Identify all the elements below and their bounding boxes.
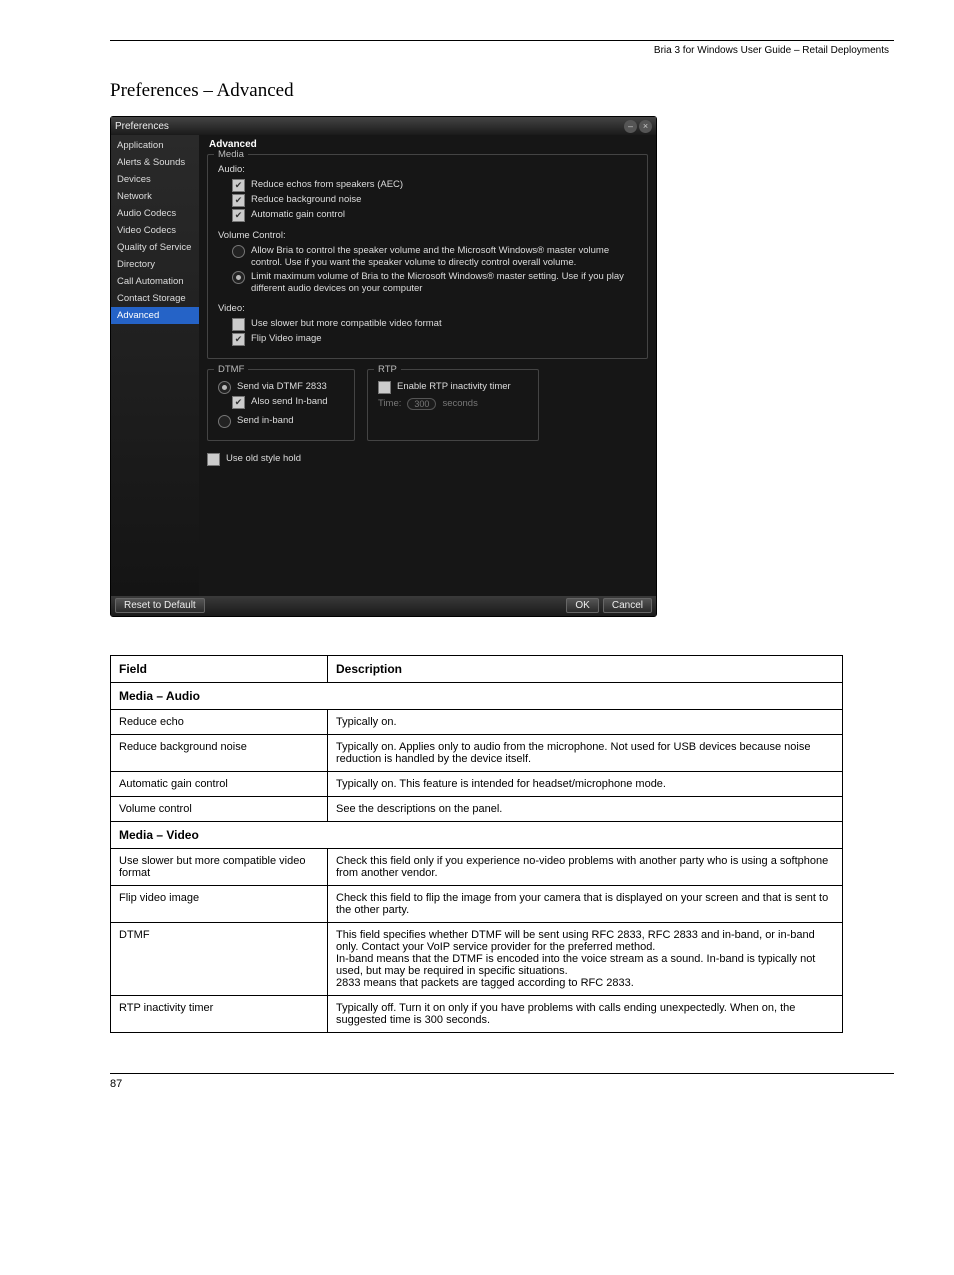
inband-label: Send in-band xyxy=(237,415,294,427)
header-text: Bria 3 for Windows User Guide – Retail D… xyxy=(0,45,894,56)
table-row: Media – Audio xyxy=(111,682,843,709)
volume-radio-0[interactable] xyxy=(232,245,245,258)
sidebar-item-call-automation[interactable]: Call Automation xyxy=(111,273,199,290)
audio-label-0: Reduce echos from speakers (AEC) xyxy=(251,179,403,191)
header-rule xyxy=(110,40,894,41)
also-inband-label: Also send In-band xyxy=(251,396,328,408)
table-row: Use slower but more compatible video for… xyxy=(111,848,843,885)
audio-subheading: Audio: xyxy=(218,164,637,175)
sidebar-item-video-codecs[interactable]: Video Codecs xyxy=(111,222,199,239)
table-field: Automatic gain control xyxy=(111,771,328,796)
rtp-fieldset: RTP Enable RTP inactivity timer Time: 30… xyxy=(367,369,539,441)
sidebar-item-directory[interactable]: Directory xyxy=(111,256,199,273)
sidebar-item-audio-codecs[interactable]: Audio Codecs xyxy=(111,205,199,222)
preferences-window: Preferences – × ApplicationAlerts & Soun… xyxy=(110,116,657,617)
table-row: Reduce echoTypically on. xyxy=(111,709,843,734)
minimize-icon[interactable]: – xyxy=(624,120,637,133)
sidebar-item-application[interactable]: Application xyxy=(111,137,199,154)
audio-checkbox-1[interactable] xyxy=(232,194,245,207)
table-row: Media – Video xyxy=(111,821,843,848)
table-section: Media – Audio xyxy=(111,682,843,709)
inband-radio[interactable] xyxy=(218,415,231,428)
footer-rule xyxy=(110,1073,894,1074)
also-inband-checkbox[interactable] xyxy=(232,396,245,409)
table-desc: Typically on. Applies only to audio from… xyxy=(328,734,843,771)
table-desc: Check this field only if you experience … xyxy=(328,848,843,885)
video-checkbox-0[interactable] xyxy=(232,318,245,331)
media-legend: Media xyxy=(214,149,248,160)
sidebar: ApplicationAlerts & SoundsDevicesNetwork… xyxy=(111,135,199,596)
rtp-timer-label: Enable RTP inactivity timer xyxy=(397,381,511,393)
table-desc: Typically on. xyxy=(328,709,843,734)
table-desc: Check this field to flip the image from … xyxy=(328,885,843,922)
col-field: Field xyxy=(111,655,328,682)
table-field: Flip video image xyxy=(111,885,328,922)
close-icon[interactable]: × xyxy=(639,120,652,133)
table-row: DTMFThis field specifies whether DTMF wi… xyxy=(111,922,843,995)
time-label: Time: xyxy=(378,398,401,410)
media-fieldset: Media Audio: Reduce echos from speakers … xyxy=(207,154,648,359)
cancel-button[interactable]: Cancel xyxy=(603,598,652,613)
table-row: Reduce background noiseTypically on. App… xyxy=(111,734,843,771)
old-style-hold-label: Use old style hold xyxy=(226,453,301,465)
content-panel: Advanced Media Audio: Reduce echos from … xyxy=(199,135,656,596)
sidebar-item-alerts-sounds[interactable]: Alerts & Sounds xyxy=(111,154,199,171)
table-field: Reduce echo xyxy=(111,709,328,734)
video-checkbox-1[interactable] xyxy=(232,333,245,346)
dtmf-2833-label: Send via DTMF 2833 xyxy=(237,381,327,393)
col-description: Description xyxy=(328,655,843,682)
audio-label-1: Reduce background noise xyxy=(251,194,361,206)
table-row: Automatic gain controlTypically on. This… xyxy=(111,771,843,796)
table-row: Volume controlSee the descriptions on th… xyxy=(111,796,843,821)
reset-button[interactable]: Reset to Default xyxy=(115,598,205,613)
table-field: Use slower but more compatible video for… xyxy=(111,848,328,885)
table-field: Volume control xyxy=(111,796,328,821)
volume-radio-1[interactable] xyxy=(232,271,245,284)
video-label-1: Flip Video image xyxy=(251,333,322,345)
sidebar-item-devices[interactable]: Devices xyxy=(111,171,199,188)
description-table: Field Description Media – AudioReduce ec… xyxy=(110,655,843,1033)
dtmf-fieldset: DTMF Send via DTMF 2833 Also send In-ban… xyxy=(207,369,355,441)
audio-label-2: Automatic gain control xyxy=(251,209,345,221)
window-title: Preferences xyxy=(115,121,169,132)
seconds-label: seconds xyxy=(442,398,477,410)
titlebar: Preferences – × xyxy=(111,117,656,135)
table-section: Media – Video xyxy=(111,821,843,848)
table-row: Flip video imageCheck this field to flip… xyxy=(111,885,843,922)
dtmf-2833-radio[interactable] xyxy=(218,381,231,394)
video-subheading: Video: xyxy=(218,303,637,314)
table-field: Reduce background noise xyxy=(111,734,328,771)
old-style-hold-checkbox[interactable] xyxy=(207,453,220,466)
table-field: DTMF xyxy=(111,922,328,995)
sidebar-item-advanced[interactable]: Advanced xyxy=(111,307,199,324)
table-desc: Typically off. Turn it on only if you ha… xyxy=(328,995,843,1032)
volume-control-subheading: Volume Control: xyxy=(218,230,637,241)
bottom-bar: Reset to Default OK Cancel xyxy=(111,596,656,616)
volume-radio-label-1: Limit maximum volume of Bria to the Micr… xyxy=(251,271,637,295)
dtmf-legend: DTMF xyxy=(214,364,248,375)
table-desc: Typically on. This feature is intended f… xyxy=(328,771,843,796)
panel-title: Advanced xyxy=(209,139,648,150)
time-input[interactable]: 300 xyxy=(407,398,436,410)
video-label-0: Use slower but more compatible video for… xyxy=(251,318,442,330)
audio-checkbox-0[interactable] xyxy=(232,179,245,192)
table-field: RTP inactivity timer xyxy=(111,995,328,1032)
sidebar-item-network[interactable]: Network xyxy=(111,188,199,205)
volume-radio-label-0: Allow Bria to control the speaker volume… xyxy=(251,245,637,269)
ok-button[interactable]: OK xyxy=(566,598,598,613)
section-title: Preferences – Advanced xyxy=(110,80,954,102)
sidebar-item-quality-of-service[interactable]: Quality of Service xyxy=(111,239,199,256)
rtp-legend: RTP xyxy=(374,364,401,375)
page-number: 87 xyxy=(110,1078,954,1090)
table-desc: See the descriptions on the panel. xyxy=(328,796,843,821)
audio-checkbox-2[interactable] xyxy=(232,209,245,222)
table-row: RTP inactivity timerTypically off. Turn … xyxy=(111,995,843,1032)
rtp-timer-checkbox[interactable] xyxy=(378,381,391,394)
sidebar-item-contact-storage[interactable]: Contact Storage xyxy=(111,290,199,307)
table-desc: This field specifies whether DTMF will b… xyxy=(328,922,843,995)
